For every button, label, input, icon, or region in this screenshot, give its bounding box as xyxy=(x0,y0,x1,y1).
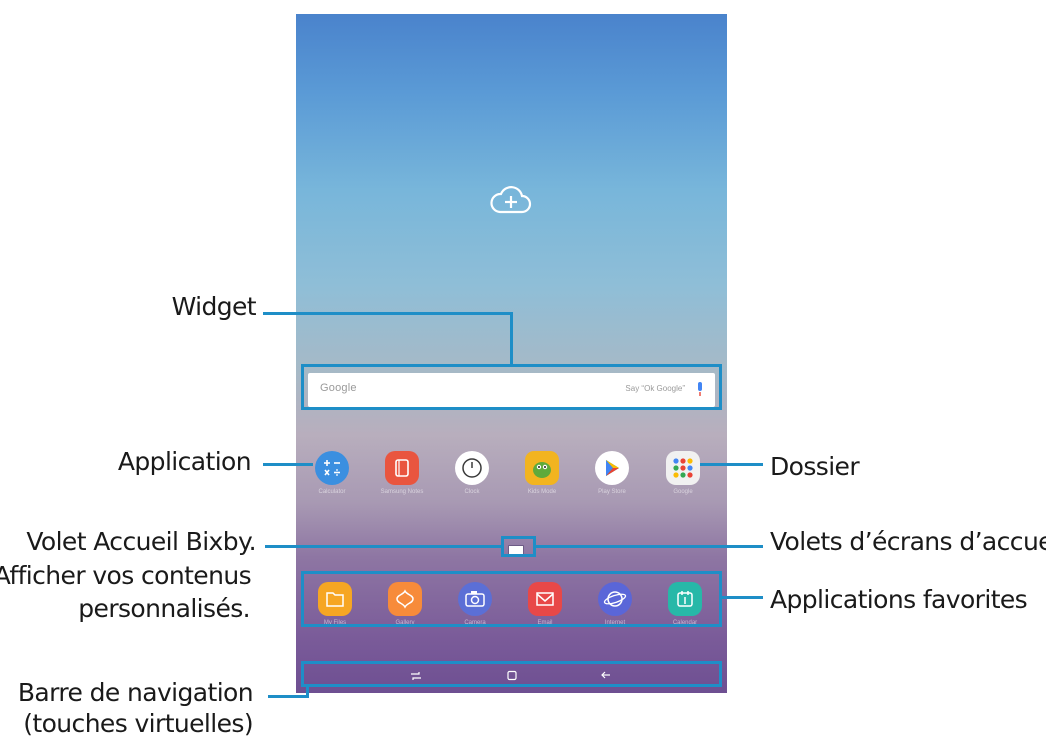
app-label: Play Store xyxy=(598,489,626,495)
app-label: Kids Mode xyxy=(527,489,557,495)
leader-line-home-panels xyxy=(535,545,763,548)
callout-widget: Widget xyxy=(171,292,257,321)
navigation-bar-highlight xyxy=(301,661,722,687)
leader-line-navigation xyxy=(268,695,309,698)
leader-line-application xyxy=(263,463,313,466)
leader-line-folder xyxy=(700,463,763,466)
leader-line-widget-drop xyxy=(510,312,513,366)
leader-line-favorites xyxy=(719,596,763,599)
kids-mode-icon[interactable] xyxy=(525,451,559,485)
app-label: Clock xyxy=(464,489,480,495)
notes-icon[interactable] xyxy=(385,451,419,485)
clock-icon[interactable] xyxy=(455,451,489,485)
callout-nav-line1: Barre de navigation xyxy=(17,678,254,707)
widget-highlight xyxy=(301,364,722,410)
callout-bixby-line1: Volet Accueil Bixby. xyxy=(26,527,256,556)
callout-home-panels: Volets d’écrans d’accueil xyxy=(770,527,1046,556)
app-label: Samsung Notes xyxy=(380,489,424,495)
callout-application: Application xyxy=(117,447,252,476)
callout-favorites: Applications favorites xyxy=(770,585,1028,614)
google-folder-icon[interactable] xyxy=(666,451,700,485)
leader-line-navigation-up xyxy=(306,685,309,698)
play-store-icon[interactable] xyxy=(595,451,629,485)
page-indicator-highlight xyxy=(501,536,536,557)
leader-line-bixby xyxy=(265,545,502,548)
callout-bixby-line2: Afficher vos contenus xyxy=(0,561,252,590)
calculator-icon[interactable] xyxy=(315,451,349,485)
callout-nav-line2: (touches virtuelles) xyxy=(23,709,253,738)
callout-bixby-line3: personnalisés. xyxy=(78,594,250,623)
app-label: Google xyxy=(673,489,693,495)
add-cloud-icon[interactable] xyxy=(484,180,538,220)
leader-line-widget xyxy=(263,312,513,315)
favorites-highlight xyxy=(301,571,722,627)
callout-folder: Dossier xyxy=(770,452,860,481)
app-label: Calculator xyxy=(318,489,346,495)
